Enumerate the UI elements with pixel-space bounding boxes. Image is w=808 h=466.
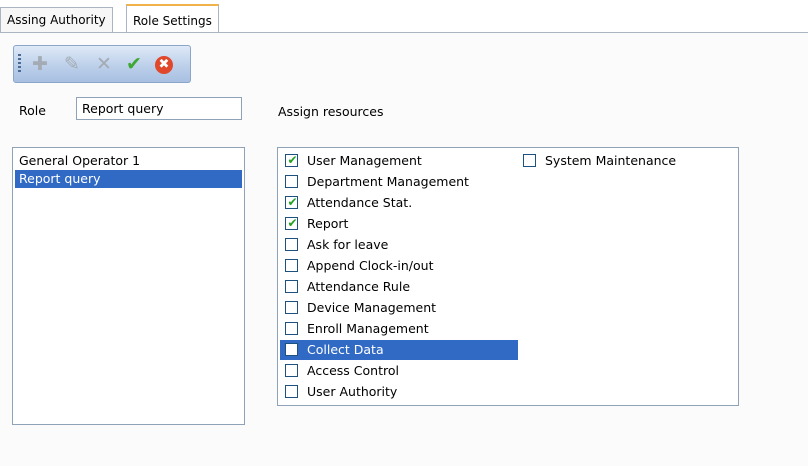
checkbox[interactable] [285,385,298,398]
checkbox[interactable] [285,364,298,377]
delete-button[interactable]: ✕ [92,52,116,76]
resource-checkbox-row[interactable]: ✔ Report [280,214,518,234]
role-input[interactable]: Report query [76,97,242,120]
delete-icon: ✕ [96,53,112,75]
checkbox[interactable] [285,280,298,293]
plus-icon: ✚ [32,53,48,75]
check-mark-icon: ✔ [287,216,298,230]
checkbox[interactable] [285,343,298,356]
resource-checkbox-row[interactable]: Access Control [280,361,518,381]
checkbox[interactable] [285,301,298,314]
resource-checkbox-row[interactable]: Enroll Management [280,319,518,339]
resource-checkbox-row[interactable]: Collect Data [280,340,518,360]
toolbar: ✚ ✎ ✕ ✔ ✖ [13,45,191,83]
resource-checkbox-row[interactable]: Ask for leave [280,235,518,255]
checkbox[interactable]: ✔ [285,216,298,230]
resource-label: System Maintenance [545,153,677,168]
checkbox[interactable]: ✔ [285,153,298,167]
resource-checkbox-row[interactable]: ✔ Attendance Stat. [280,193,518,213]
check-mark-icon: ✔ [287,153,298,167]
list-item[interactable]: Report query [15,170,242,188]
checkbox[interactable]: ✔ [285,195,298,209]
checkbox[interactable] [285,259,298,272]
tab-assing-authority[interactable]: Assing Authority [0,7,113,32]
resource-label: Access Control [307,363,399,378]
toolbar-grip[interactable] [18,54,21,74]
tab-strip: Assing Authority Role Settings [0,0,808,33]
resource-label: Collect Data [307,342,384,357]
cancel-button[interactable]: ✖ [152,52,176,76]
cancel-icon: ✖ [155,55,173,74]
checkbox[interactable] [285,238,298,251]
confirm-button[interactable]: ✔ [122,52,146,76]
resource-label: Report [307,216,349,231]
resource-label: Append Clock-in/out [307,258,434,273]
resource-checkbox-row[interactable]: Append Clock-in/out [280,256,518,276]
roles-listbox[interactable]: General Operator 1 Report query [12,147,245,425]
resource-label: User Authority [307,384,398,399]
resource-label: Attendance Stat. [307,195,413,210]
tab-role-settings[interactable]: Role Settings [126,4,219,33]
tab-label: Role Settings [133,14,212,28]
resource-checkbox-row[interactable]: System Maintenance [518,151,708,171]
resources-checklist[interactable]: ✔ User Management Department Management ✔ At… [277,147,739,406]
list-item[interactable]: General Operator 1 [15,152,242,170]
resource-checkbox-row[interactable]: Attendance Rule [280,277,518,297]
checkbox[interactable] [523,154,536,167]
tab-label: Assing Authority [7,13,106,27]
resource-checkbox-row[interactable]: ✔ User Management [280,151,518,171]
edit-icon: ✎ [64,53,80,75]
resource-label: Attendance Rule [307,279,411,294]
check-mark-icon: ✔ [287,195,298,209]
checkbox[interactable] [285,175,298,188]
check-icon: ✔ [126,53,142,75]
resource-label: Ask for leave [307,237,389,252]
resource-checkbox-row[interactable]: Department Management [280,172,518,192]
resource-checkbox-row[interactable]: User Authority [280,382,518,402]
resource-label: Device Management [307,300,437,315]
edit-button[interactable]: ✎ [60,52,84,76]
role-label: Role [19,103,46,118]
checkbox[interactable] [285,322,298,335]
resource-checkbox-row[interactable]: Device Management [280,298,518,318]
resource-label: Enroll Management [307,321,429,336]
resource-label: User Management [307,153,422,168]
add-button[interactable]: ✚ [28,52,52,76]
assign-resources-label: Assign resources [278,104,384,119]
resource-label: Department Management [307,174,469,189]
